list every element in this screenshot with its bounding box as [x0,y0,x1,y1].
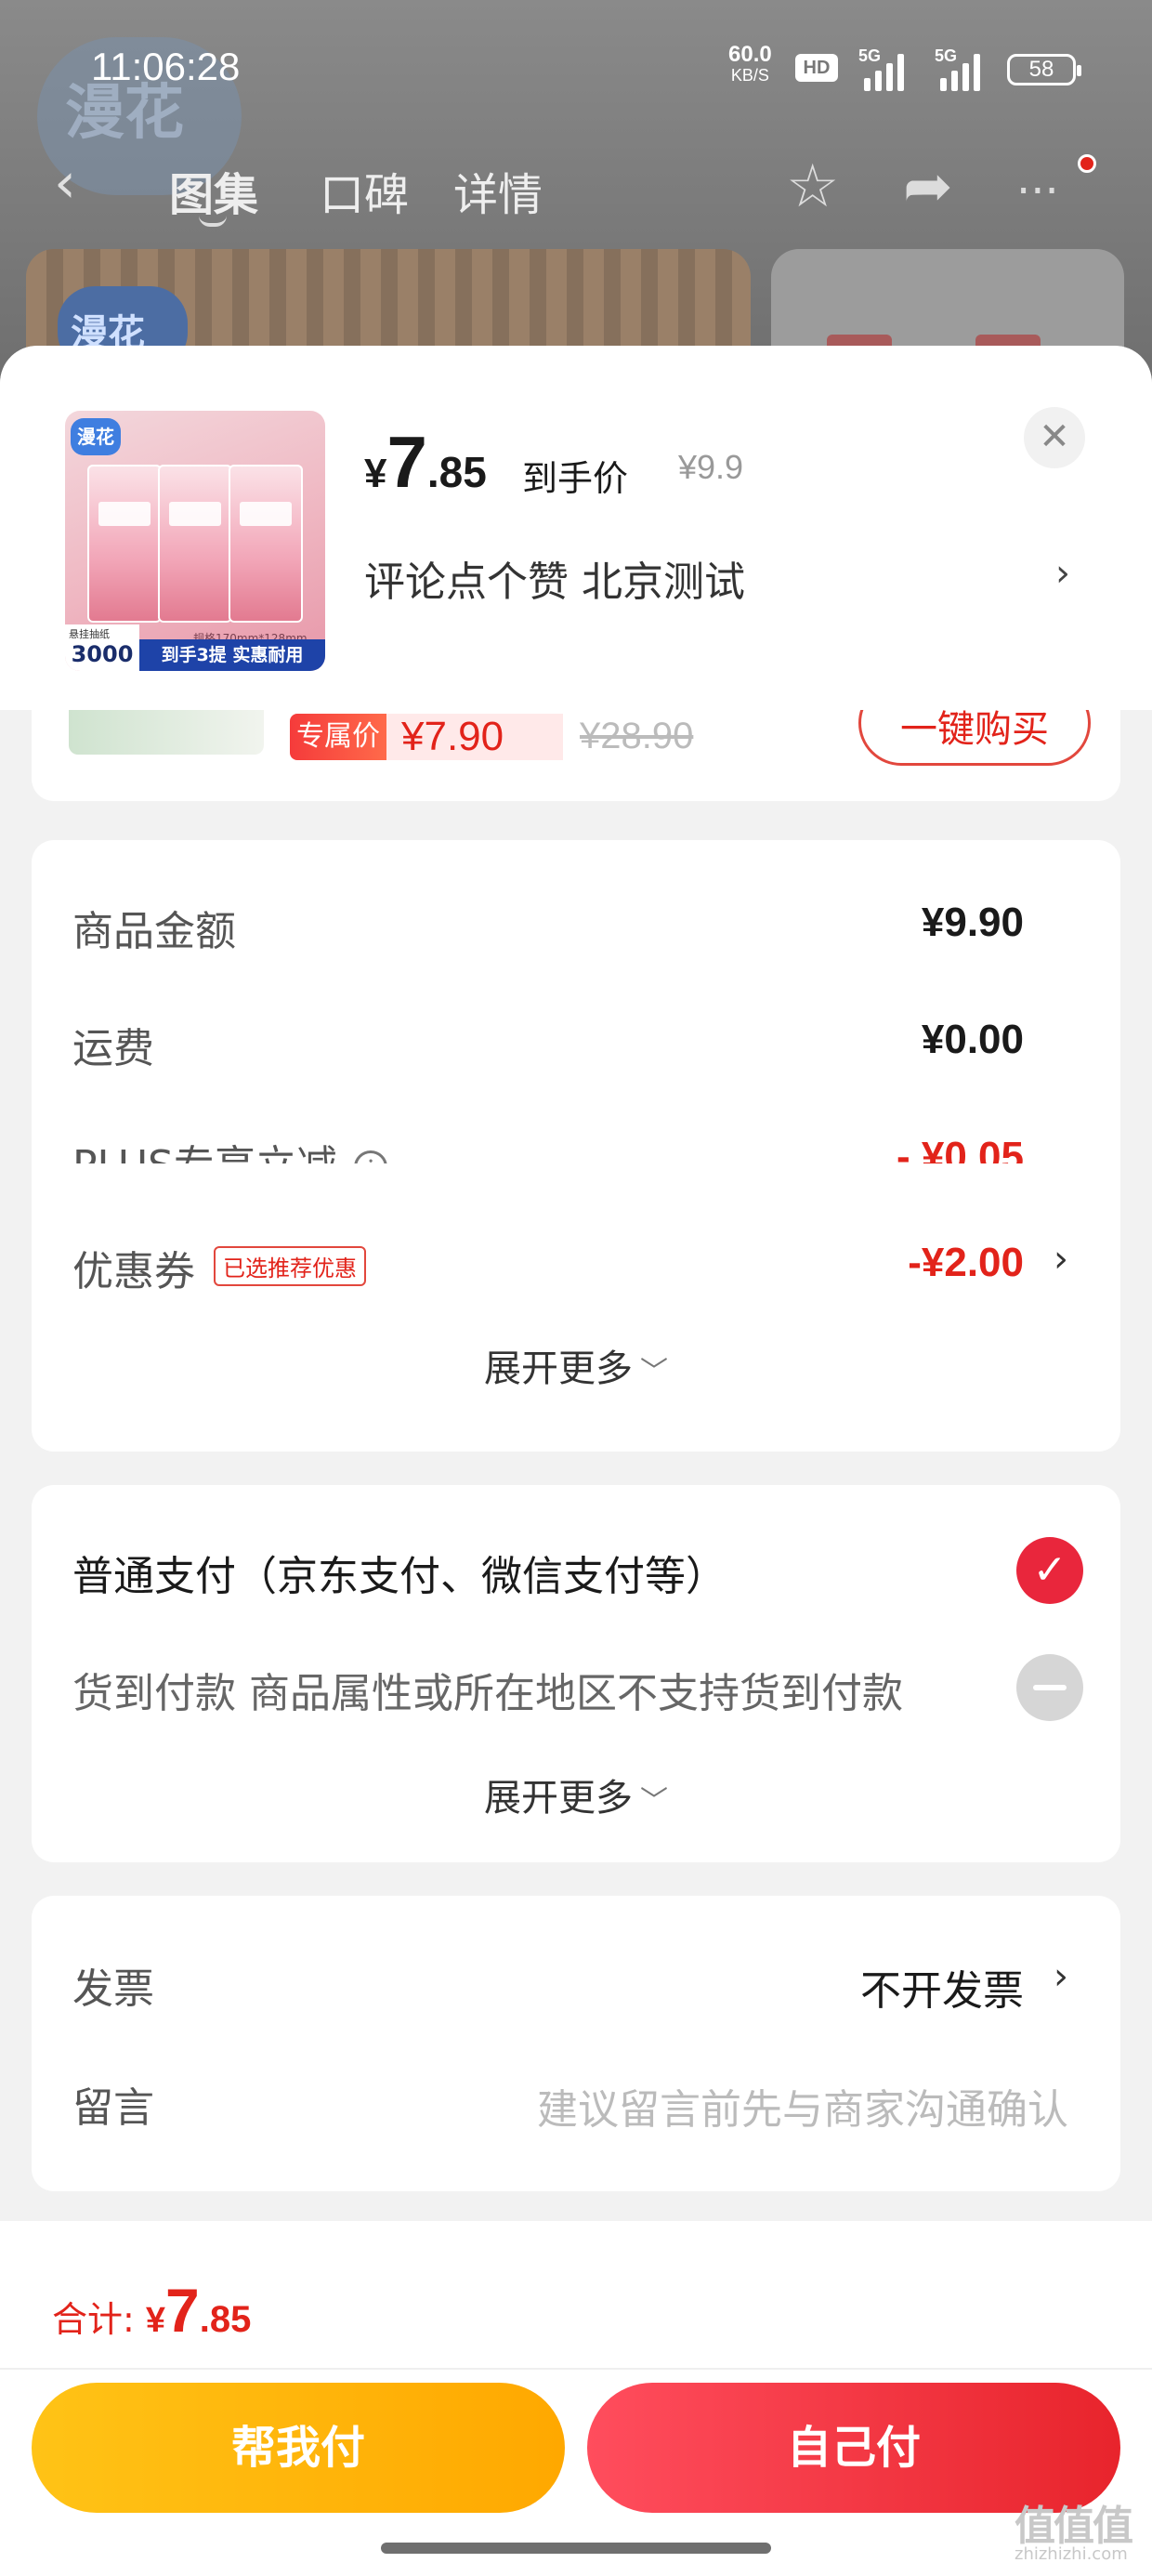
recommended-original-price: ¥28.90 [580,716,694,756]
final-price: ¥7.85 [364,420,487,505]
total-currency: ¥ [145,2301,166,2340]
total-label: 合计: [52,2299,135,2340]
product-nav-bar: ‹ 图集 口碑 详情 ☆ ➦ ··· [0,139,1152,232]
chevron-down-icon: ﹀ [640,1356,668,1388]
background-product-page: 漫花 漫花 11:06:28 60.0 KB/S HD 5G 5G 58 ‹ 图… [0,0,1152,390]
help-me-pay-button[interactable]: 帮我付 [32,2383,565,2513]
radio-checked-icon[interactable]: ✓ [1016,1537,1083,1604]
expand-more-label: 展开更多 [484,1347,633,1390]
chevron-right-icon[interactable]: › [1055,552,1070,595]
close-icon[interactable]: ✕ [1024,407,1085,468]
payment-option-label: 普通支付（京东支付、微信支付等） [72,1553,727,1600]
price-detail-card: 商品金额 ¥9.90 运费 ¥0.00 PLUS专享立减i - ¥0.05 [32,840,1120,1189]
total-decimal: .85 [199,2299,252,2340]
coupon-badge: 已选推荐优惠 [214,1246,366,1286]
price-row-subtotal: 商品金额 ¥9.90 [72,898,1068,955]
product-brand-logo: 漫花 [71,418,121,455]
exclusive-price-tag: 专属价 [290,714,386,760]
subtotal-value: ¥9.90 [921,900,1024,945]
product-count-caption: 悬挂抽纸 [69,628,110,640]
signal-label: 5G [935,46,958,65]
sheet-header: 漫花 规格170mm*128mm 悬挂抽纸 3000 到手3提 实惠耐用 ¥7.… [0,346,1152,710]
network-speed-value: 60.0 [728,42,772,67]
price-decimal: .85 [426,448,487,496]
radio-disabled-icon [1016,1654,1083,1721]
star-icon[interactable]: ☆ [786,152,839,221]
shipping-value: ¥0.00 [921,1017,1024,1062]
price-detail-card-lower: 优惠券 已选推荐优惠 -¥2.00 › 展开更多 ﹀ [32,1163,1120,1452]
comment-link[interactable]: 评论点个赞 北京测试 [364,548,745,608]
payment-option-label: 货到付款 商品属性或所在地区不支持货到付款 [72,1670,903,1717]
price-currency: ¥ [364,451,387,496]
invoice-row[interactable]: 发票 不开发票 › [72,1955,1068,2015]
message-label: 留言 [72,2084,154,2132]
product-promo-banner: 到手3提 实惠耐用 [139,639,325,671]
total-integer: 7 [165,2276,200,2345]
watermark-url: zhizhizhi.com [1015,2544,1128,2564]
total-price: 合计: ¥7.85 [52,2275,251,2346]
coupon-value: -¥2.00 [908,1240,1024,1285]
divider [0,2368,1152,2370]
tab-details[interactable]: 详情 [453,158,543,223]
price-row-coupon[interactable]: 优惠券 已选推荐优惠 -¥2.00 › [72,1238,1068,1297]
chevron-right-icon[interactable]: › [1054,1238,1068,1281]
status-bar: 11:06:28 60.0 KB/S HD 5G 5G 58 [0,37,1152,102]
chevron-right-icon[interactable]: › [1054,1955,1068,1998]
expand-more-price[interactable]: 展开更多 ﹀ [32,1338,1120,1392]
tab-reviews[interactable]: 口碑 [320,158,409,223]
invoice-value: 不开发票 [860,1967,1024,2015]
product-pack [229,465,303,623]
back-arrow-icon[interactable]: ‹ [54,151,76,216]
hd-icon: HD [795,54,838,82]
network-speed-unit: KB/S [730,66,769,85]
price-label: 到手价 [522,458,629,499]
signal-icon: 5G [858,46,916,91]
chevron-down-icon: ﹀ [640,1785,668,1818]
recommended-product-image[interactable] [69,708,264,755]
message-input[interactable]: 建议留言前先与商家沟通确认 [537,2076,1068,2136]
signal-icon: 5G [935,46,992,91]
network-speed: 60.0 KB/S [728,42,772,85]
home-indicator[interactable] [381,2543,771,2554]
payment-method-card: 普通支付（京东支付、微信支付等） ✓ 货到付款 商品属性或所在地区不支持货到付款… [32,1485,1120,1862]
tab-gallery[interactable]: 图集 [169,158,258,223]
site-watermark: 值值值 zhizhizhi.com [1015,2492,1133,2564]
product-count: 3000 [71,641,134,667]
payment-option-cod: 货到付款 商品属性或所在地区不支持货到付款 [72,1654,1083,1721]
battery-icon: 58 [1007,54,1081,85]
payment-option-normal[interactable]: 普通支付（京东支付、微信支付等） ✓ [72,1537,1083,1604]
share-icon[interactable]: ➦ [903,152,953,221]
status-time: 11:06:28 [91,45,241,88]
message-row[interactable]: 留言 建议留言前先与商家沟通确认 [72,2074,1068,2134]
tab-active-indicator [199,216,227,227]
invoice-message-card: 发票 不开发票 › 留言 建议留言前先与商家沟通确认 [32,1896,1120,2191]
product-pack [158,465,232,623]
invoice-label: 发票 [72,1965,154,2013]
subtotal-label: 商品金额 [72,908,236,955]
shipping-label: 运费 [72,1025,154,1072]
coupon-label: 优惠券 已选推荐优惠 [72,1238,366,1297]
watermark-logo: 值值值 [1015,2503,1133,2550]
notification-dot [1078,154,1096,173]
product-thumbnail[interactable]: 漫花 规格170mm*128mm 悬挂抽纸 3000 到手3提 实惠耐用 [65,411,325,671]
original-price: ¥9.9 [678,448,744,486]
signal-label: 5G [858,46,882,65]
checkout-footer: 合计: ¥7.85 帮我付 自己付 值值值 zhizhizhi.com [0,2221,1152,2576]
more-icon[interactable]: ··· [1016,165,1059,217]
product-pack [87,465,162,623]
price-integer: 7 [386,421,427,503]
price-row-shipping: 运费 ¥0.00 [72,1015,1068,1072]
expand-more-label: 展开更多 [484,1777,633,1820]
coupon-text: 优惠券 [72,1248,195,1295]
expand-more-payment[interactable]: 展开更多 ﹀ [32,1768,1120,1821]
exclusive-price: ¥7.90 [386,714,563,760]
product-count-tag: 悬挂抽纸 3000 [65,624,139,671]
